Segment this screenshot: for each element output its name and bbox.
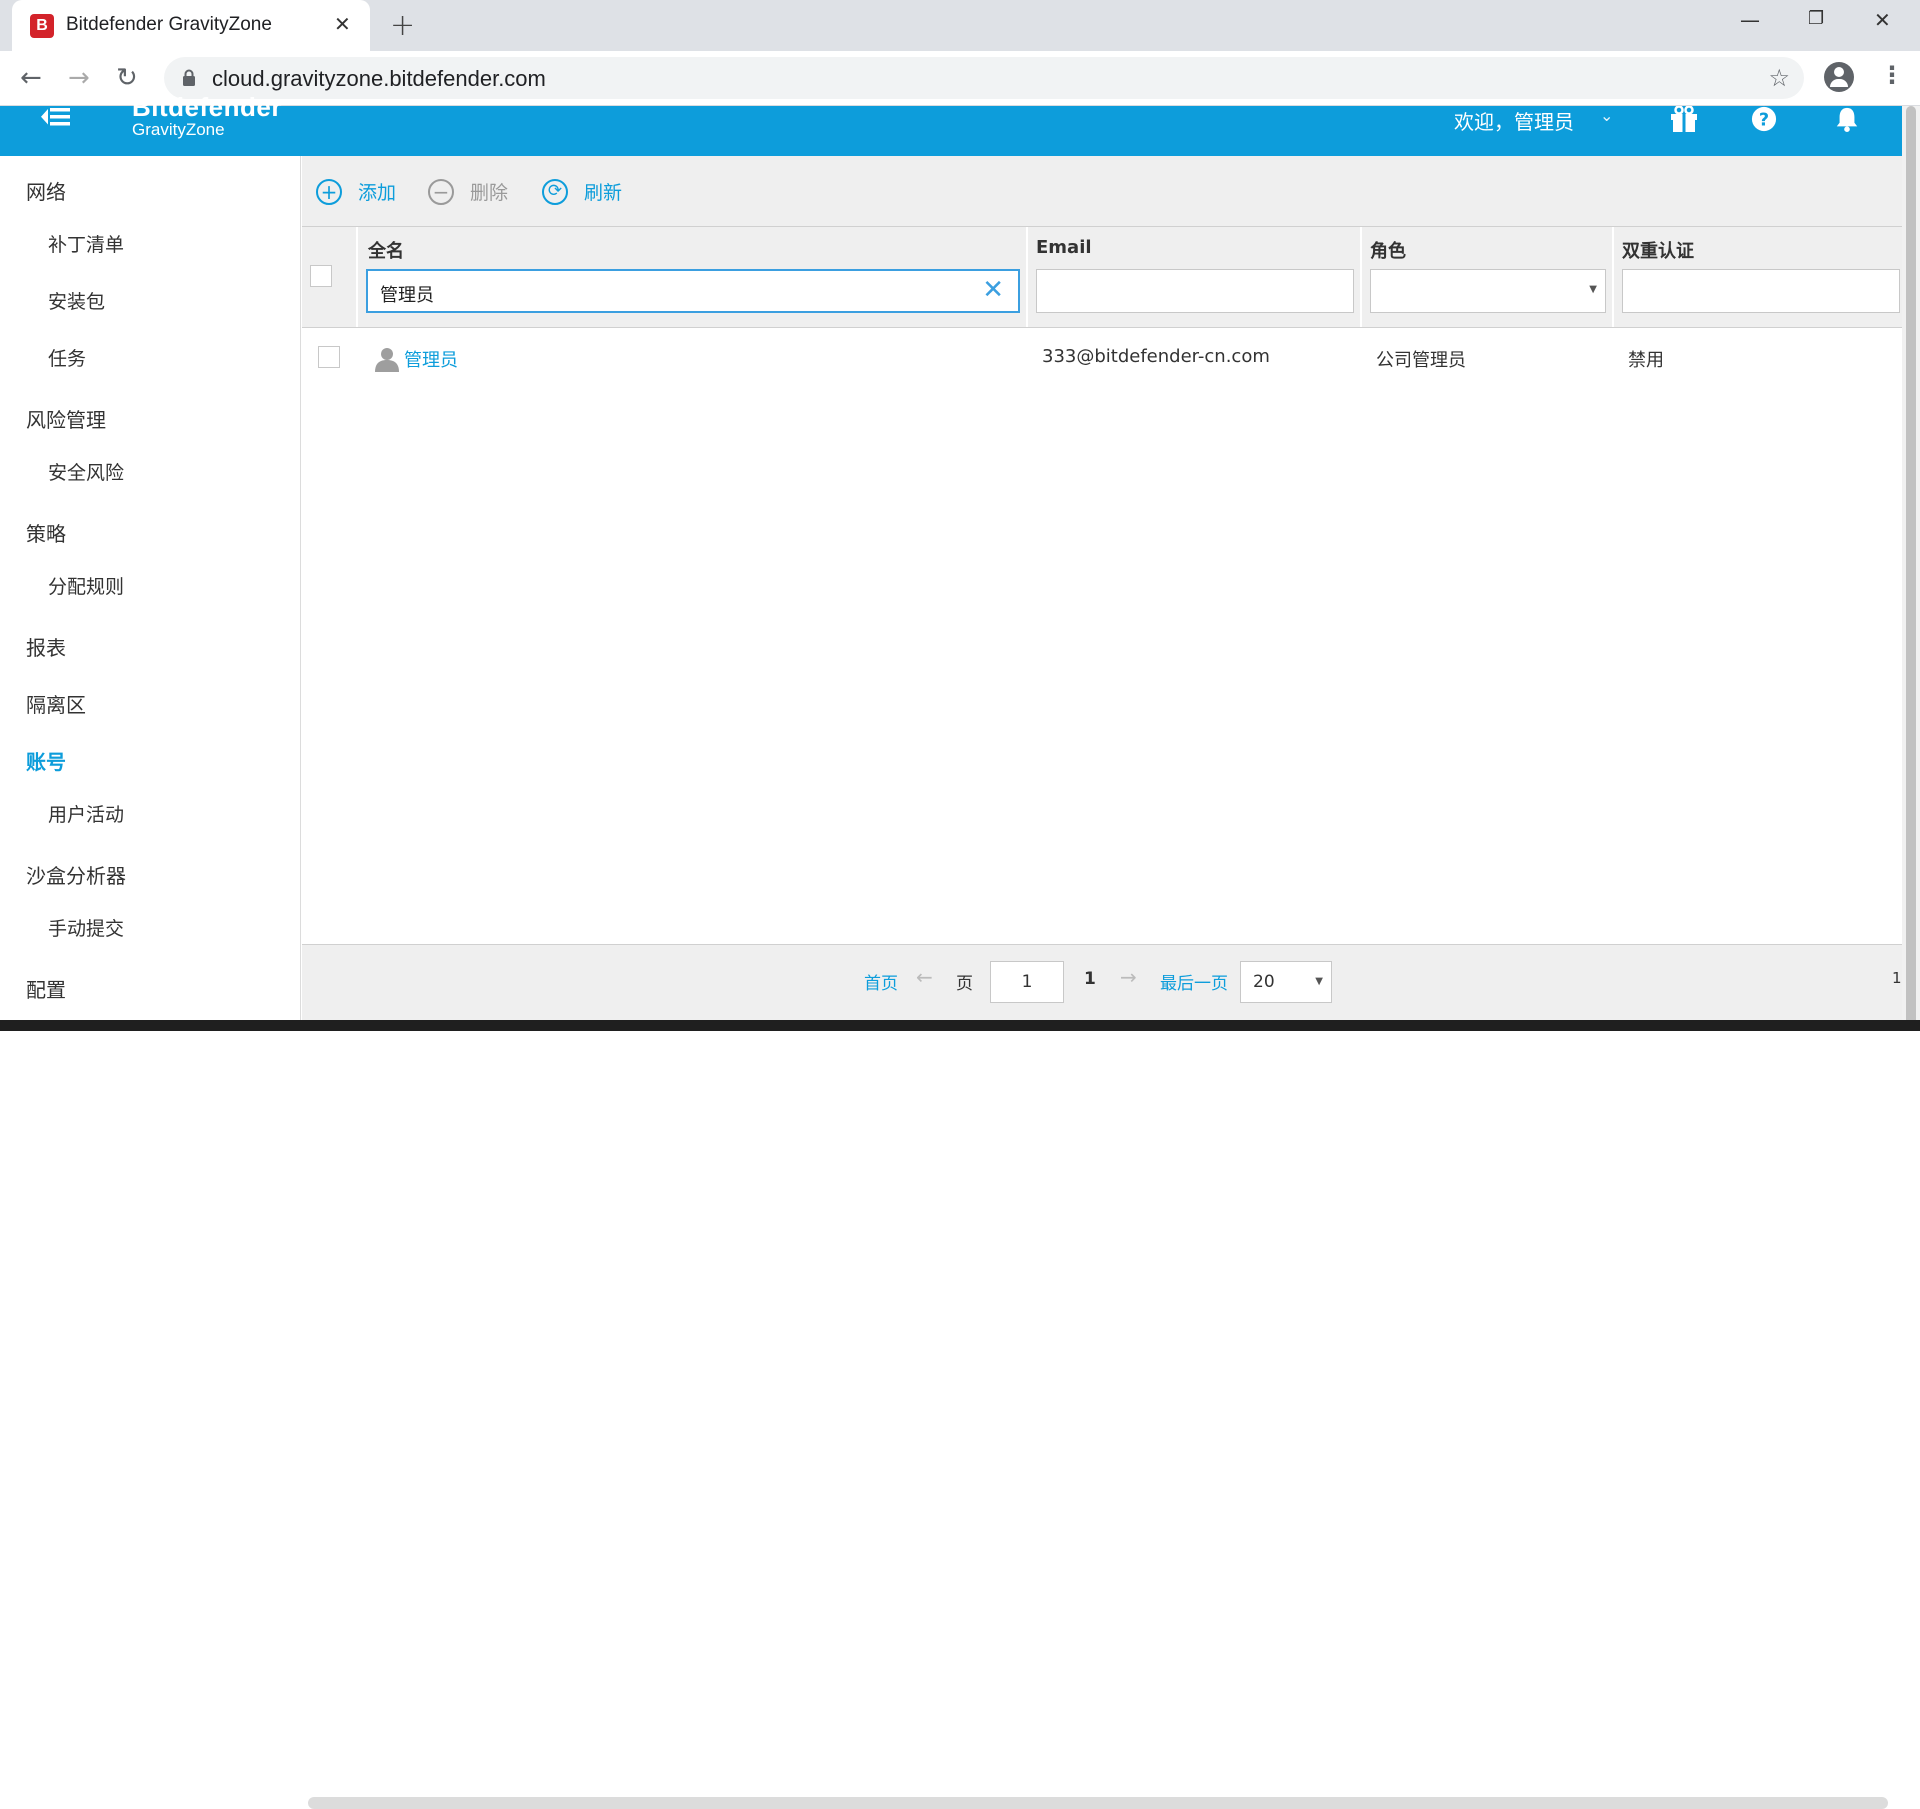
tab-close-icon[interactable]: ✕	[334, 12, 351, 36]
dropdown-caret-icon: ▼	[1315, 976, 1323, 987]
reload-icon[interactable]: ↻	[116, 63, 138, 93]
delete-button[interactable]: − 删除	[428, 178, 508, 205]
bell-icon[interactable]	[1834, 106, 1860, 132]
main-content: + 添加 − 删除 ⟳ 刷新 全名 Email 角色 双重认证 管理员 ✕ ▼ …	[302, 156, 1902, 1809]
sidebar-item-risk-management[interactable]: 风险管理	[26, 404, 106, 433]
minus-circle-icon: −	[428, 178, 454, 205]
url-text: cloud.gravityzone.bitdefender.com	[212, 66, 546, 91]
sidebar: 网络 补丁清单 安装包 任务 风险管理 安全风险 策略 分配规则 报表 隔离区 …	[0, 156, 301, 1031]
tab-title: Bitdefender GravityZone	[66, 14, 272, 35]
row-2fa: 禁用	[1628, 350, 1664, 371]
minimize-icon[interactable]: —	[1740, 8, 1760, 32]
select-all-checkbox[interactable]	[310, 265, 332, 287]
column-header-fullname[interactable]: 全名	[368, 237, 404, 263]
sidebar-item-network[interactable]: 网络	[26, 176, 66, 205]
sidebar-item-reports[interactable]: 报表	[26, 632, 66, 661]
sidebar-item-patch-inventory[interactable]: 补丁清单	[48, 230, 124, 257]
window-close-icon[interactable]: ✕	[1874, 8, 1891, 32]
toolbar: + 添加 − 删除 ⟳ 刷新	[302, 156, 1902, 226]
first-page-link[interactable]: 首页	[864, 969, 898, 994]
page-label: 页	[956, 974, 973, 994]
sidebar-item-tasks[interactable]: 任务	[48, 344, 86, 371]
column-divider	[356, 227, 358, 327]
column-divider	[1026, 227, 1028, 327]
sidebar-item-packages[interactable]: 安装包	[48, 287, 105, 314]
refresh-label: 刷新	[584, 182, 623, 204]
gift-icon[interactable]	[1668, 106, 1700, 132]
row-checkbox[interactable]	[318, 346, 340, 368]
prev-arrow-icon[interactable]: ←	[916, 965, 933, 989]
page-size-value: 20	[1253, 972, 1275, 992]
logo-product: GravityZone	[132, 120, 225, 139]
row-role: 公司管理员	[1376, 350, 1466, 371]
vertical-scrollbar[interactable]	[1902, 106, 1920, 1031]
row-fullname-link[interactable]: 管理员	[404, 346, 458, 372]
restore-icon[interactable]: ❐	[1808, 8, 1824, 29]
next-arrow-icon[interactable]: →	[1120, 965, 1137, 989]
add-button[interactable]: + 添加	[316, 178, 396, 205]
app-header: Bitdefender GravityZone 欢迎，管理员 ⌄ ?	[0, 94, 1902, 156]
svg-text:?: ?	[1759, 111, 1769, 131]
user-icon	[375, 348, 399, 372]
os-taskbar	[0, 1020, 1920, 1031]
new-tab-icon[interactable]: +	[390, 8, 415, 43]
total-pages: 1	[1084, 969, 1096, 989]
browser-toolbar: ← → ↻ cloud.gravityzone.bitdefender.com …	[0, 51, 1920, 106]
sidebar-item-policies[interactable]: 策略	[26, 518, 66, 547]
row-email: 333@bitdefender-cn.com	[1042, 346, 1270, 367]
bitdefender-favicon-icon: B	[30, 14, 54, 38]
browser-tabstrip: B Bitdefender GravityZone ✕ + — ❐ ✕	[0, 0, 1920, 51]
fullname-filter-input[interactable]: 管理员 ✕	[366, 269, 1020, 313]
sidebar-item-sandbox-analyzer[interactable]: 沙盒分析器	[26, 860, 126, 889]
pagination-bar: 首页 ← 页 1 1 → 最后一页 20 ▼ 1	[302, 944, 1902, 1809]
plus-circle-icon: +	[316, 178, 342, 205]
email-filter-input[interactable]	[1036, 269, 1354, 313]
last-page-link[interactable]: 最后一页	[1160, 969, 1228, 994]
column-divider	[1612, 227, 1614, 327]
profile-icon[interactable]	[1824, 62, 1854, 92]
2fa-filter-input[interactable]	[1622, 269, 1900, 313]
sidebar-item-manual-submission[interactable]: 手动提交	[48, 914, 124, 941]
grid-header: 全名 Email 角色 双重认证 管理员 ✕ ▼	[302, 226, 1902, 328]
sidebar-item-configuration[interactable]: 配置	[26, 974, 66, 1003]
table-row[interactable]: 管理员 333@bitdefender-cn.com 公司管理员 禁用	[302, 328, 1902, 384]
column-header-role[interactable]: 角色	[1370, 237, 1406, 263]
logo-brand: Bitdefender	[132, 94, 282, 118]
chevron-down-icon[interactable]: ⌄	[1600, 106, 1613, 125]
record-count: 1	[1892, 969, 1902, 987]
add-label: 添加	[358, 182, 397, 204]
page-number-value: 1	[1021, 972, 1033, 992]
sidebar-item-quarantine[interactable]: 隔离区	[26, 689, 86, 718]
delete-label: 删除	[470, 182, 509, 204]
star-icon[interactable]: ☆	[1768, 64, 1790, 92]
page-number-input[interactable]: 1	[990, 961, 1064, 1003]
browser-tab[interactable]: B Bitdefender GravityZone ✕	[12, 0, 370, 51]
column-divider	[1360, 227, 1362, 327]
more-icon[interactable]: ⋮	[1880, 61, 1904, 89]
refresh-button[interactable]: ⟳ 刷新	[542, 178, 622, 205]
column-header-2fa[interactable]: 双重认证	[1622, 237, 1694, 263]
welcome-user[interactable]: 欢迎，管理员	[1454, 106, 1574, 135]
sidebar-item-accounts[interactable]: 账号	[26, 746, 66, 775]
clear-filter-icon[interactable]: ✕	[982, 277, 1004, 303]
menu-collapse-icon[interactable]	[40, 106, 70, 128]
forward-icon[interactable]: →	[68, 63, 90, 93]
logo[interactable]: Bitdefender GravityZone	[132, 94, 282, 140]
refresh-icon: ⟳	[542, 178, 568, 205]
back-icon[interactable]: ←	[20, 63, 42, 93]
sidebar-item-security-risks[interactable]: 安全风险	[48, 458, 124, 485]
sidebar-item-assignment-rules[interactable]: 分配规则	[48, 572, 124, 599]
sidebar-item-user-activity[interactable]: 用户活动	[48, 800, 124, 827]
scrollbar-thumb[interactable]	[1906, 106, 1916, 1031]
page-size-select[interactable]: 20 ▼	[1240, 961, 1332, 1003]
fullname-filter-value: 管理员	[380, 285, 434, 306]
help-icon[interactable]: ?	[1750, 106, 1778, 132]
role-filter-select[interactable]: ▼	[1370, 269, 1606, 313]
horizontal-scrollbar[interactable]	[308, 1797, 1888, 1809]
dropdown-caret-icon: ▼	[1589, 284, 1597, 295]
column-header-email[interactable]: Email	[1036, 237, 1092, 258]
address-bar[interactable]: cloud.gravityzone.bitdefender.com ☆	[164, 57, 1804, 99]
lock-icon	[183, 69, 195, 86]
